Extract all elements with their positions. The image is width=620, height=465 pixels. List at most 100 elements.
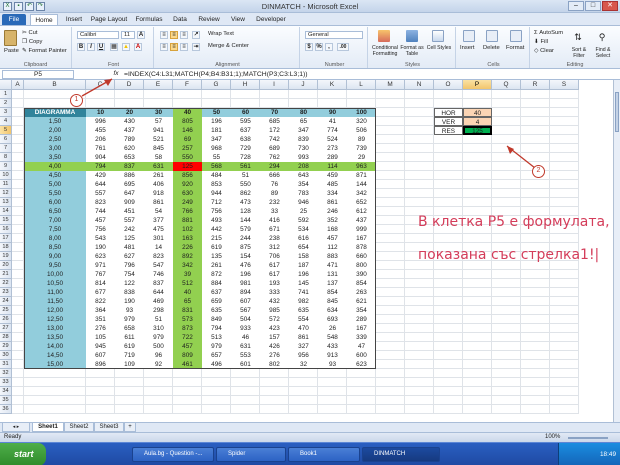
wrap-text-button[interactable]: Wrap Text — [208, 31, 234, 37]
row-header-35[interactable]: 35 — [0, 396, 12, 405]
close-button[interactable]: ✕ — [602, 1, 618, 11]
row-header-23[interactable]: 23 — [0, 288, 12, 297]
format-as-table-button[interactable]: Format as Table — [400, 45, 424, 57]
column-header-a[interactable]: A — [12, 80, 24, 90]
sort-filter-button[interactable]: Sort & Filter — [568, 47, 590, 59]
number-format-select[interactable]: General — [305, 31, 363, 39]
row-header-33[interactable]: 33 — [0, 378, 12, 387]
font-color-icon[interactable]: A — [134, 43, 142, 51]
italic-button[interactable]: I — [87, 43, 95, 51]
indent-icon[interactable]: ⇥ — [192, 43, 200, 51]
column-header-b[interactable]: B — [24, 80, 86, 90]
format-table-icon[interactable] — [406, 30, 418, 42]
row-header-8[interactable]: 8 — [0, 153, 12, 162]
tab-view[interactable]: View — [226, 14, 250, 25]
column-header-l[interactable]: L — [347, 80, 376, 90]
paste-button[interactable]: Paste — [4, 48, 19, 54]
lookup-value-hor[interactable]: 40 — [463, 108, 492, 117]
row-header-27[interactable]: 27 — [0, 324, 12, 333]
vertical-scrollbar[interactable] — [613, 80, 620, 422]
tab-review[interactable]: Review — [194, 14, 224, 25]
tab-formulas[interactable]: Formulas — [132, 14, 166, 25]
row-header-2[interactable]: 2 — [0, 99, 12, 108]
row-header-16[interactable]: 16 — [0, 225, 12, 234]
align-right-icon[interactable]: ≡ — [180, 43, 188, 51]
column-header-r[interactable]: R — [521, 80, 550, 90]
delete-button[interactable]: Delete — [483, 45, 500, 51]
column-header-k[interactable]: K — [318, 80, 347, 90]
autosum-button[interactable]: Σ AutoSum — [534, 30, 563, 36]
column-header-n[interactable]: N — [405, 80, 434, 90]
column-header-p[interactable]: P — [463, 80, 492, 90]
row-header-32[interactable]: 32 — [0, 369, 12, 378]
maximize-button[interactable]: □ — [585, 1, 601, 11]
column-header-c[interactable]: C — [86, 80, 115, 90]
sheet-tab-2[interactable]: Sheet2 — [64, 423, 94, 432]
cell-styles-button[interactable]: Cell Styles — [426, 45, 452, 51]
column-header-h[interactable]: H — [231, 80, 260, 90]
align-top-icon[interactable]: ≡ — [160, 31, 168, 39]
column-header-q[interactable]: Q — [492, 80, 521, 90]
copy-button[interactable]: ❐ Copy — [22, 39, 42, 45]
zoom-level[interactable]: 100% — [545, 434, 560, 440]
delete-icon[interactable] — [486, 30, 498, 42]
tab-developer[interactable]: Developer — [252, 14, 290, 25]
row-header-1[interactable]: 1 — [0, 90, 12, 99]
insert-function-button[interactable]: fx — [110, 69, 122, 79]
row-header-29[interactable]: 29 — [0, 342, 12, 351]
column-header-d[interactable]: D — [115, 80, 144, 90]
orientation-icon[interactable]: ↗ — [192, 31, 200, 39]
tab-data[interactable]: Data — [168, 14, 192, 25]
row-header-5[interactable]: 5 — [0, 126, 12, 135]
select-all-corner[interactable] — [0, 80, 12, 90]
row-header-30[interactable]: 30 — [0, 351, 12, 360]
row-header-34[interactable]: 34 — [0, 387, 12, 396]
row-header-19[interactable]: 19 — [0, 252, 12, 261]
font-size-select[interactable]: 11 — [121, 31, 135, 39]
minimize-button[interactable]: – — [568, 1, 584, 11]
format-icon[interactable] — [510, 30, 522, 42]
increase-decimal-button[interactable]: .00 — [337, 43, 349, 51]
tab-page-layout[interactable]: Page Layout — [88, 14, 130, 25]
merge-center-button[interactable]: Merge & Center — [208, 43, 249, 49]
sheet-tab-1[interactable]: Sheet1 — [32, 423, 64, 432]
row-header-14[interactable]: 14 — [0, 207, 12, 216]
insert-sheet-icon[interactable]: + — [124, 423, 136, 432]
conditional-formatting-icon[interactable] — [378, 30, 390, 42]
underline-button[interactable]: U — [97, 43, 105, 51]
column-header-j[interactable]: J — [289, 80, 318, 90]
column-header-f[interactable]: F — [173, 80, 202, 90]
lookup-value-ver[interactable]: 4 — [463, 117, 492, 126]
formula-input[interactable]: =INDEX(C4:L31;MATCH(P4;B4:B31;1);MATCH(P… — [124, 70, 308, 79]
cut-button[interactable]: ✂ Cut — [22, 30, 38, 36]
column-header-s[interactable]: S — [550, 80, 579, 90]
row-header-4[interactable]: 4 — [0, 117, 12, 126]
row-header-28[interactable]: 28 — [0, 333, 12, 342]
sheet-tab-3[interactable]: Sheet3 — [94, 423, 124, 432]
currency-icon[interactable]: $ — [305, 43, 313, 51]
align-center-icon[interactable]: ≡ — [170, 43, 178, 51]
row-header-24[interactable]: 24 — [0, 297, 12, 306]
row-header-7[interactable]: 7 — [0, 144, 12, 153]
row-header-9[interactable]: 9 — [0, 162, 12, 171]
sort-icon[interactable]: ⇅ — [572, 31, 584, 43]
binoculars-icon[interactable]: ⚲ — [596, 31, 608, 43]
tab-home[interactable]: Home — [30, 14, 58, 25]
tab-insert[interactable]: Insert — [60, 14, 88, 25]
insert-icon[interactable] — [463, 30, 475, 42]
row-header-26[interactable]: 26 — [0, 315, 12, 324]
name-box[interactable]: P5 — [2, 70, 74, 79]
active-cell-selection[interactable] — [463, 126, 492, 135]
bold-button[interactable]: B — [77, 43, 85, 51]
row-header-6[interactable]: 6 — [0, 135, 12, 144]
column-header-g[interactable]: G — [202, 80, 231, 90]
row-header-22[interactable]: 22 — [0, 279, 12, 288]
row-header-21[interactable]: 21 — [0, 270, 12, 279]
taskbar-item-dinmatch[interactable]: DINMATCH — [362, 447, 440, 462]
format-button[interactable]: Format — [506, 45, 524, 51]
row-header-15[interactable]: 15 — [0, 216, 12, 225]
fill-button[interactable]: ⬇ Fill — [534, 39, 548, 45]
find-select-button[interactable]: Find & Select — [592, 47, 614, 59]
tab-file[interactable]: File — [2, 14, 26, 25]
column-header-m[interactable]: M — [376, 80, 405, 90]
